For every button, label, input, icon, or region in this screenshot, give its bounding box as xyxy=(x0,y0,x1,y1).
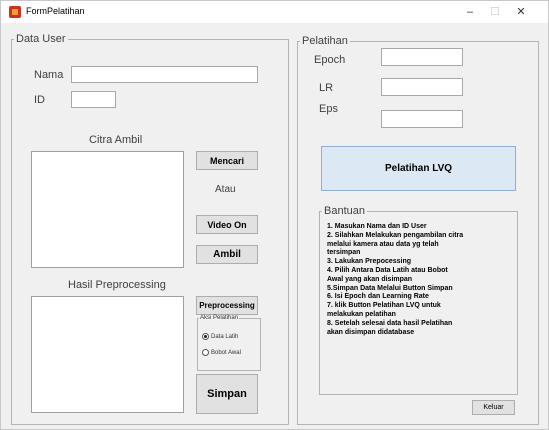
form-pelatihan-window: FormPelatihan – ☐ ✕ Data User Nama ID Ci… xyxy=(0,0,549,430)
simpan-button[interactable]: Simpan xyxy=(196,374,258,414)
title-bar: FormPelatihan – ☐ ✕ xyxy=(1,1,548,23)
help-line: 3. Lakukan Prepocessing xyxy=(327,258,412,266)
keluar-button[interactable]: Keluar xyxy=(472,400,515,415)
window-title: FormPelatihan xyxy=(26,6,85,16)
close-button[interactable]: ✕ xyxy=(511,3,531,21)
eps-label: Eps xyxy=(319,103,338,115)
citra-ambil-label: Citra Ambil xyxy=(89,134,143,146)
eps-input[interactable] xyxy=(381,110,463,128)
epoch-input[interactable] xyxy=(381,48,463,66)
help-line: tersimpan xyxy=(327,249,361,257)
hasil-preprocessing-label: Hasil Preprocessing xyxy=(68,279,166,291)
help-line: 5.Simpan Data Melalui Button Simpan xyxy=(327,284,453,292)
video-on-button[interactable]: Video On xyxy=(196,215,258,234)
data-user-legend: Data User xyxy=(16,33,66,45)
radio-unchecked-icon xyxy=(202,349,209,356)
matlab-app-icon xyxy=(9,6,21,18)
radio-data-latih[interactable]: Data Latih xyxy=(202,333,238,340)
atau-label: Atau xyxy=(215,184,236,195)
citra-ambil-image xyxy=(31,151,184,268)
lr-label: LR xyxy=(319,82,334,94)
nama-input[interactable] xyxy=(71,66,258,83)
ambil-button[interactable]: Ambil xyxy=(196,245,258,264)
lr-input[interactable] xyxy=(381,78,463,96)
pelatihan-legend: Pelatihan xyxy=(302,35,348,47)
aksi-pelatihan-group: Aksi Pelatihan xyxy=(197,315,261,371)
bantuan-text: 1. Masukan Nama dan ID User 2. Silahkan … xyxy=(327,223,463,337)
minimize-button[interactable]: – xyxy=(460,3,480,21)
radio-bobot-awal-label: Bobot Awal xyxy=(211,349,241,356)
bantuan-legend: Bantuan xyxy=(324,205,365,217)
hasil-preprocessing-image xyxy=(31,296,184,413)
pelatihan-lvq-button[interactable]: Pelatihan LVQ xyxy=(321,146,516,191)
aksi-pelatihan-legend: Aksi Pelatihan xyxy=(200,315,239,321)
help-line: 6. Isi Epoch dan Learning Rate xyxy=(327,293,429,301)
help-line: melalui kamera atau data yg telah xyxy=(327,240,439,248)
help-line: akan disimpan didatabase xyxy=(327,328,415,336)
help-line: 8. Setelah selesai data hasil Pelatihan xyxy=(327,319,453,327)
mencari-button[interactable]: Mencari xyxy=(196,151,258,170)
help-line: 4. Pilih Antara Data Latih atau Bobot xyxy=(327,266,448,274)
nama-label: Nama xyxy=(34,69,64,81)
id-label: ID xyxy=(34,94,45,106)
preprocessing-button[interactable]: Preprocessing xyxy=(196,296,258,315)
id-input[interactable] xyxy=(71,91,116,108)
help-line: 2. Silahkan Melakukan pengambilan citra xyxy=(327,231,464,239)
help-line: melakukan pelatihan xyxy=(327,310,396,318)
help-line: 7. klik Button Pelatihan LVQ untuk xyxy=(327,302,441,310)
radio-data-latih-label: Data Latih xyxy=(211,333,239,340)
maximize-button[interactable]: ☐ xyxy=(485,3,505,21)
help-line: 1. Masukan Nama dan ID User xyxy=(327,223,427,230)
radio-checked-icon xyxy=(202,333,209,340)
epoch-label: Epoch xyxy=(314,54,346,66)
radio-bobot-awal[interactable]: Bobot Awal xyxy=(202,349,241,356)
help-line: Awal yang akan disimpan xyxy=(327,275,413,283)
